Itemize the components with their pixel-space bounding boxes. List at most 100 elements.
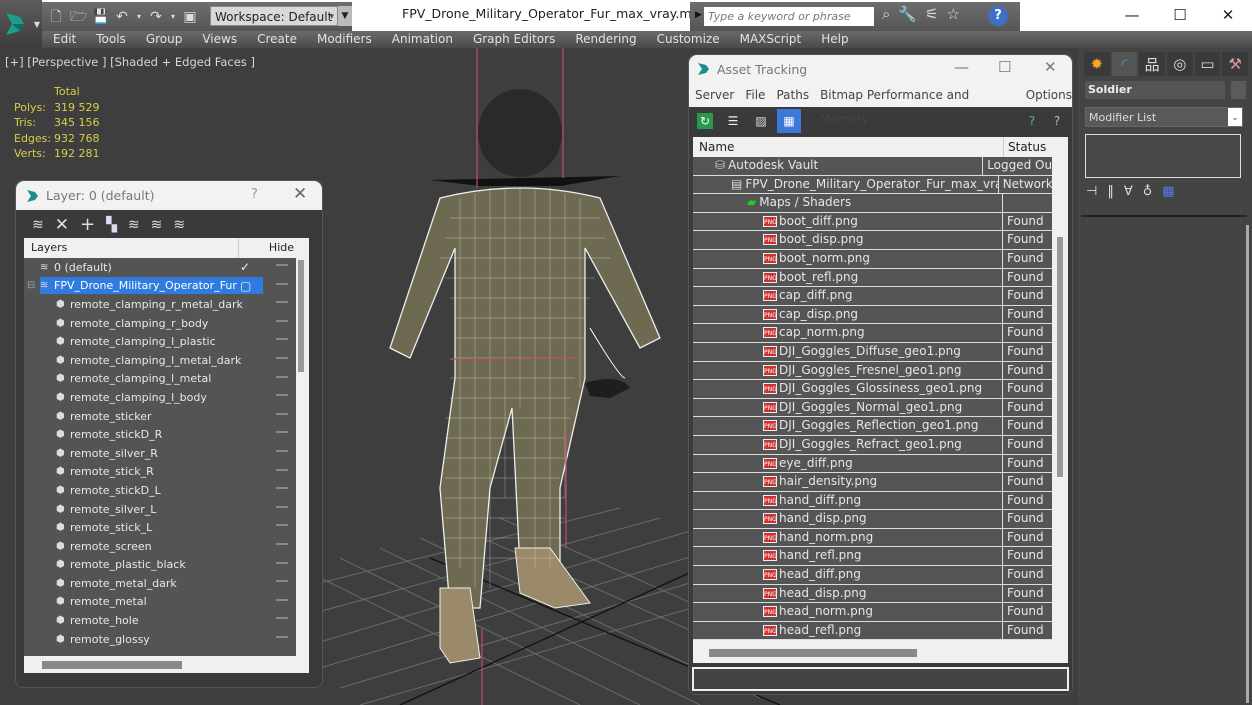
- menu-tools[interactable]: Tools: [86, 31, 136, 48]
- viewport-label[interactable]: [+] [Perspective ] [Shaded + Edged Faces…: [5, 55, 255, 69]
- help-icon[interactable]: ?: [988, 6, 1008, 26]
- layer-row[interactable]: ⬢ remote_plastic_black: [24, 556, 296, 575]
- asset-row[interactable]: PNG DJI_Goggles_Refract_geo1.png Found: [693, 435, 1052, 455]
- hide-toggle[interactable]: [276, 264, 288, 266]
- menu-group[interactable]: Group: [136, 31, 193, 48]
- add-to-layer-icon[interactable]: +: [80, 214, 95, 235]
- layer-row[interactable]: ⬢ remote_clamping_r_metal_dark: [24, 295, 296, 314]
- motion-tab-icon[interactable]: ◎: [1167, 52, 1193, 76]
- layer-row[interactable]: ≋ 0 (default) ✓: [24, 258, 296, 277]
- thumbnail-view-icon[interactable]: ▨: [753, 113, 769, 129]
- layer-row[interactable]: ⬢ remote_hole: [24, 611, 296, 630]
- current-layer-check-icon[interactable]: ✓: [240, 260, 250, 274]
- asset-row[interactable]: PNG DJI_Goggles_Reflection_geo1.png Found: [693, 417, 1052, 436]
- asset-path-field[interactable]: [692, 667, 1069, 691]
- asset-row[interactable]: PNG boot_diff.png Found: [693, 212, 1052, 232]
- menu-options[interactable]: Options: [1026, 83, 1072, 107]
- layer-row[interactable]: ⬢ remote_screen: [24, 537, 296, 556]
- create-layer-icon[interactable]: ≋: [32, 217, 44, 233]
- layer-row[interactable]: ⬢ remote_clamping_l_plastic: [24, 332, 296, 351]
- menu-bitmap-performance[interactable]: Bitmap Performance and Memory: [820, 83, 1015, 126]
- menu-edit[interactable]: Edit: [42, 31, 86, 48]
- redo-icon[interactable]: ↷: [148, 9, 164, 25]
- layer-row[interactable]: ⬢ remote_sticker: [24, 407, 296, 426]
- menu-help[interactable]: Help: [811, 31, 858, 48]
- hide-toggle[interactable]: [276, 356, 288, 359]
- modifier-list-dropdown[interactable]: Modifier List ⌄: [1085, 107, 1243, 127]
- hide-toggle[interactable]: [276, 524, 288, 527]
- layer-row[interactable]: ⬢ remote_metal: [24, 593, 296, 612]
- redo-dropdown-icon[interactable]: ▾: [170, 9, 176, 25]
- hide-toggle[interactable]: [276, 338, 288, 341]
- column-hide[interactable]: Hide: [238, 238, 298, 258]
- save-icon[interactable]: 💾: [92, 9, 109, 25]
- asset-horizontal-scrollbar[interactable]: [709, 649, 917, 657]
- asset-row[interactable]: PNG DJI_Goggles_Diffuse_geo1.png Found: [693, 342, 1052, 362]
- hide-toggle[interactable]: [276, 542, 288, 545]
- select-layer-icon[interactable]: ≋: [128, 217, 140, 233]
- menu-customize[interactable]: Customize: [647, 31, 730, 48]
- layer-row[interactable]: ⊟ ≋ FPV_Drone_Military_Operator_Fur ▢: [24, 277, 296, 296]
- menu-animation[interactable]: Animation: [382, 31, 463, 48]
- asset-row[interactable]: PNG boot_disp.png Found: [693, 231, 1052, 250]
- asset-row[interactable]: PNG DJI_Goggles_Glossiness_geo1.png Found: [693, 380, 1052, 399]
- layer-row[interactable]: ⬢ remote_stickD_R: [24, 425, 296, 444]
- hide-toggle[interactable]: [276, 598, 288, 601]
- asset-row[interactable]: PNG cap_disp.png Found: [693, 305, 1052, 325]
- layer-row[interactable]: ⬢ remote_clamping_r_body: [24, 314, 296, 333]
- asset-row[interactable]: PNG hand_diff.png Found: [693, 491, 1052, 511]
- object-color-swatch[interactable]: [1231, 81, 1246, 99]
- context-help-icon[interactable]: ?: [1049, 113, 1065, 129]
- hide-toggle[interactable]: [276, 580, 288, 583]
- minimize-button[interactable]: —: [1108, 0, 1156, 30]
- maximize-button[interactable]: ☐: [1156, 0, 1204, 30]
- layer-row[interactable]: ⬢ remote_stickD_L: [24, 481, 296, 500]
- layer-row[interactable]: ⬢ remote_stick_L: [24, 518, 296, 537]
- hide-toggle[interactable]: [276, 617, 288, 620]
- collapse-icon[interactable]: ⊟: [27, 280, 35, 291]
- close-button[interactable]: ✕: [293, 184, 307, 204]
- configure-modifier-sets-icon[interactable]: ▦: [1162, 184, 1174, 199]
- layer-row[interactable]: ⬢ remote_clamping_l_metal_dark: [24, 351, 296, 370]
- hide-toggle[interactable]: [276, 468, 288, 471]
- key-icon[interactable]: 🔧: [898, 5, 917, 23]
- asset-vertical-scrollbar[interactable]: [1057, 237, 1063, 477]
- asset-row[interactable]: PNG hand_disp.png Found: [693, 510, 1052, 529]
- asset-row[interactable]: PNG cap_norm.png Found: [693, 324, 1052, 343]
- column-status[interactable]: Status: [1003, 137, 1046, 157]
- new-file-icon[interactable]: 🗋: [48, 9, 64, 25]
- layer-window-titlebar[interactable]: Layer: 0 (default) ? ✕: [16, 181, 322, 210]
- modify-tab-icon[interactable]: ◜: [1111, 52, 1138, 76]
- hide-toggle[interactable]: [276, 487, 288, 490]
- delete-layer-icon[interactable]: ✕: [55, 215, 69, 235]
- menu-file[interactable]: File: [745, 83, 765, 107]
- asset-row[interactable]: PNG hand_norm.png Found: [693, 528, 1052, 548]
- asset-row[interactable]: PNG DJI_Goggles_Normal_geo1.png Found: [693, 398, 1052, 418]
- asset-row[interactable]: PNG eye_diff.png Found: [693, 454, 1052, 474]
- layer-horizontal-scrollbar[interactable]: [42, 661, 182, 669]
- layer-row[interactable]: ⬢ remote_silver_L: [24, 500, 296, 519]
- layer-row[interactable]: ⬢ remote_clamping_l_body: [24, 388, 296, 407]
- close-button[interactable]: ✕: [1044, 58, 1057, 76]
- set-current-layer-icon[interactable]: ≋: [173, 217, 185, 233]
- menu-rendering[interactable]: Rendering: [565, 31, 646, 48]
- hide-toggle[interactable]: [276, 394, 288, 397]
- asset-row[interactable]: ▰ Maps / Shaders: [693, 194, 1052, 213]
- workspace-menu-button[interactable]: ▼: [338, 6, 352, 26]
- table-view-icon[interactable]: ▦: [777, 109, 801, 133]
- layer-row[interactable]: ⬢ remote_stick_R: [24, 463, 296, 482]
- utilities-tab-icon[interactable]: ⚒: [1222, 52, 1249, 76]
- asset-row[interactable]: PNG head_refl.png Found: [693, 621, 1052, 641]
- hide-toggle[interactable]: [276, 301, 288, 304]
- asset-row[interactable]: PNG cap_diff.png Found: [693, 287, 1052, 306]
- satellite-icon[interactable]: ⚟: [925, 5, 938, 23]
- hierarchy-tab-icon[interactable]: 品: [1139, 52, 1166, 76]
- open-folder-icon[interactable]: 🗁: [70, 9, 87, 25]
- expand-arrow-icon[interactable]: ▶: [695, 10, 702, 20]
- highlight-layer-icon[interactable]: ≋: [151, 217, 163, 233]
- asset-row[interactable]: PNG DJI_Goggles_Fresnel_geo1.png Found: [693, 361, 1052, 381]
- asset-row[interactable]: PNG head_diff.png Found: [693, 566, 1052, 585]
- column-name[interactable]: Name: [693, 137, 1003, 157]
- hide-toggle[interactable]: [276, 431, 288, 434]
- asset-row[interactable]: ▤FPV_Drone_Military_Operator_Fur_max_vra…: [693, 175, 1052, 195]
